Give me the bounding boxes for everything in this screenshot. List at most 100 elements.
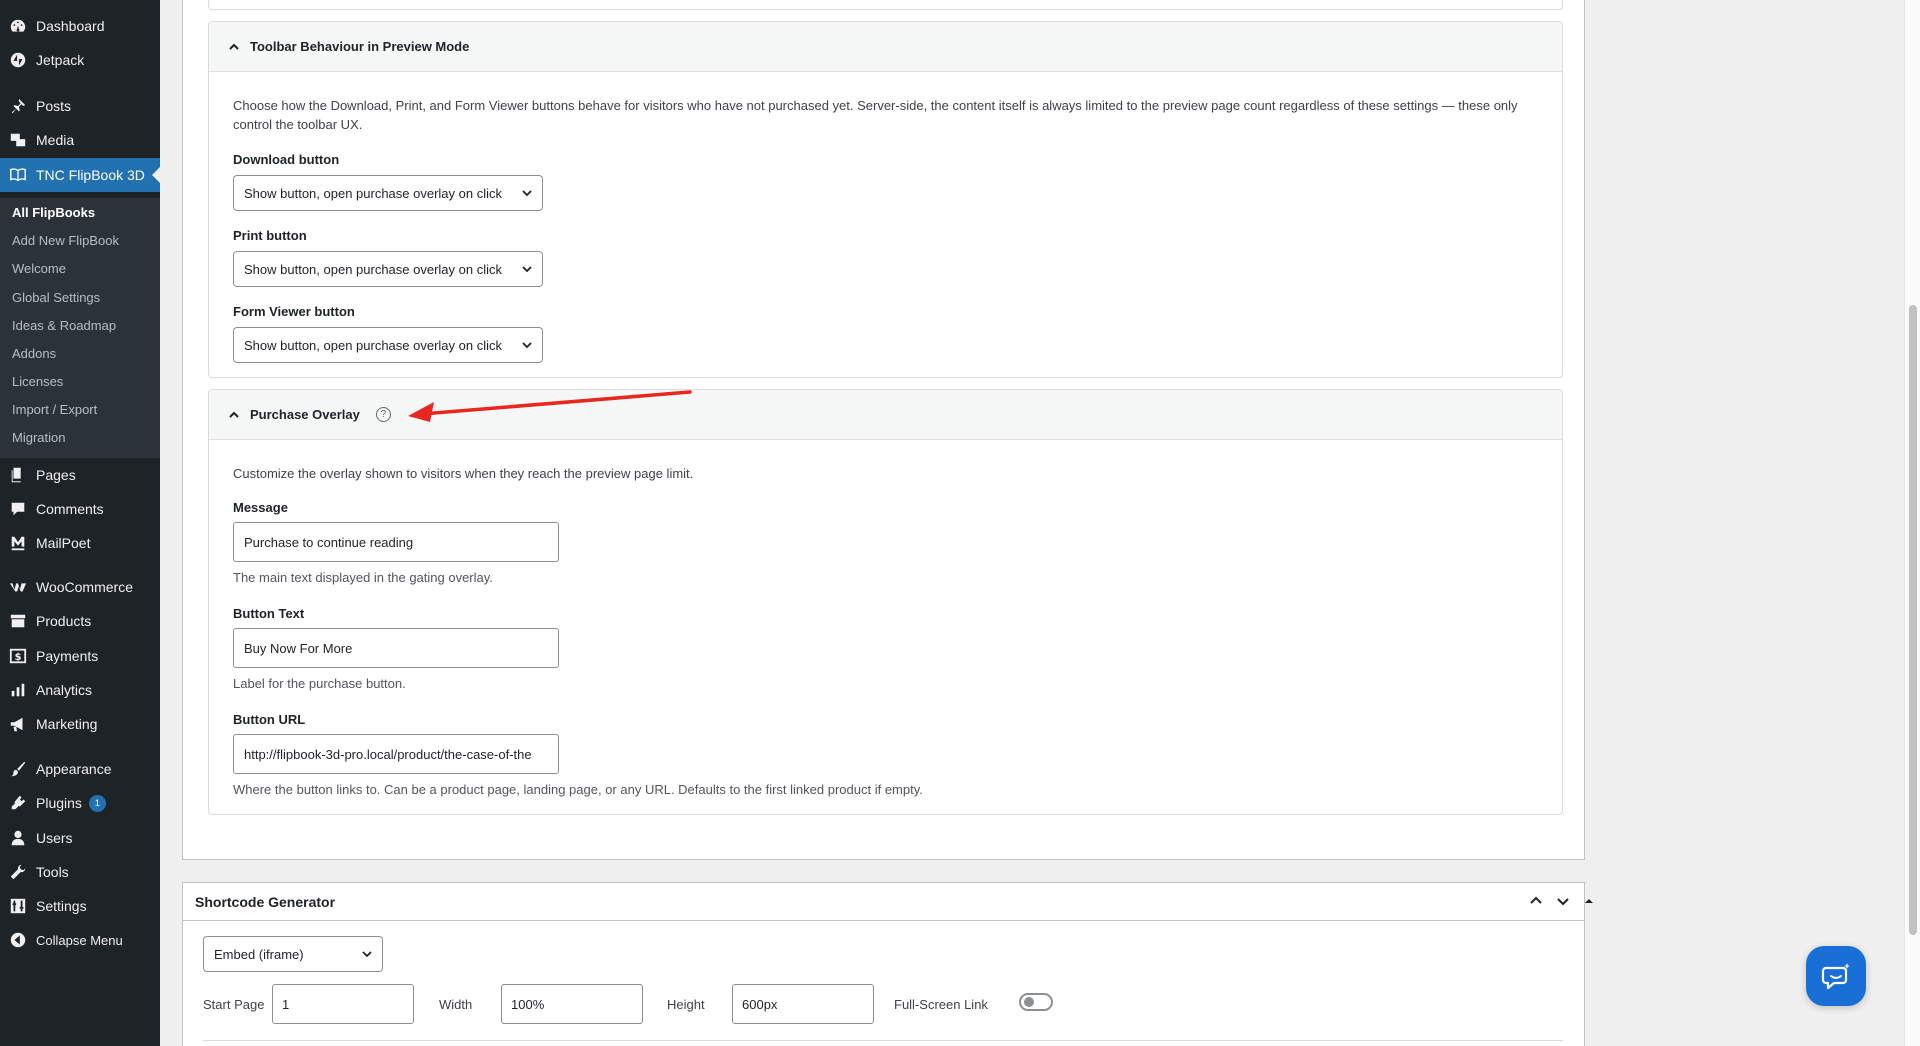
help-icon[interactable]: ? [375, 407, 391, 422]
menu-label: Posts [36, 98, 72, 114]
collapse-icon [0, 931, 36, 949]
flipbook-icon [0, 166, 36, 184]
button-url-input[interactable]: http://flipbook-3d-pro.local/product/the… [233, 734, 559, 774]
chevron-down-icon [520, 338, 534, 352]
menu-item-products[interactable]: Products [0, 604, 160, 638]
chevron-down-icon [520, 262, 534, 276]
menu-label: Pages [36, 467, 76, 483]
scrollbar-thumb[interactable] [1909, 305, 1917, 935]
message-help-text: The main text displayed in the gating ov… [233, 570, 493, 585]
menu-item-analytics[interactable]: Analytics [0, 673, 160, 707]
submenu-licenses[interactable]: Licenses [12, 374, 63, 389]
bar-chart-icon [0, 681, 36, 699]
move-down-icon[interactable] [1555, 893, 1573, 911]
button-text-label: Button Text [233, 606, 305, 621]
menu-label: Dashboard [36, 18, 105, 34]
toolbar-behaviour-header[interactable]: Toolbar Behaviour in Preview Mode [209, 22, 1562, 72]
submenu-welcome[interactable]: Welcome [12, 261, 66, 276]
toolbar-description: Choose how the Download, Print, and Form… [233, 98, 1518, 132]
fullscreen-link-label: Full-Screen Link [894, 997, 988, 1012]
button-url-help-text: Where the button links to. Can be a prod… [233, 782, 923, 797]
main-content: Toolbar Behaviour in Preview Mode Choose… [160, 0, 1920, 1046]
menu-item-mailpoet[interactable]: MailPoet [0, 526, 160, 560]
menu-item-flipbook[interactable]: TNC FlipBook 3D [0, 158, 160, 192]
user-icon [0, 829, 36, 847]
menu-item-users[interactable]: Users [0, 821, 160, 855]
height-input[interactable]: 600px [732, 984, 874, 1024]
mailpoet-icon [0, 534, 36, 552]
menu-label: Analytics [36, 682, 93, 698]
menu-label: Collapse Menu [36, 932, 123, 948]
overlay-description: Customize the overlay shown to visitors … [233, 466, 694, 481]
start-page-input[interactable]: 1 [272, 984, 414, 1024]
start-page-label: Start Page [203, 997, 265, 1012]
menu-label: Comments [36, 501, 104, 517]
submenu-global-settings[interactable]: Global Settings [12, 290, 100, 305]
dollar-icon: $ [0, 647, 36, 665]
shortcode-generator-header: Shortcode Generator [183, 883, 1584, 921]
embed-mode-select[interactable]: Embed (iframe) [203, 936, 383, 972]
divider [203, 1040, 1563, 1041]
shortcode-generator-box: Shortcode Generator Embed (iframe) Start… [182, 882, 1593, 1046]
select-value: Embed (iframe) [214, 946, 304, 962]
fullscreen-link-toggle[interactable] [1019, 993, 1053, 1011]
width-input[interactable]: 100% [501, 984, 643, 1024]
menu-item-tools[interactable]: Tools [0, 855, 160, 889]
menu-item-settings[interactable]: Settings [0, 889, 160, 923]
collapse-toggle-icon[interactable] [1581, 893, 1599, 911]
menu-item-appearance[interactable]: Appearance [0, 752, 160, 786]
menu-item-jetpack[interactable]: Jetpack [0, 43, 160, 77]
button-url-label: Button URL [233, 712, 306, 727]
print-button-select[interactable]: Show button, open purchase overlay on cl… [233, 251, 543, 287]
submenu-all-flipbooks[interactable]: All FlipBooks [12, 205, 95, 220]
megaphone-icon [0, 715, 36, 733]
download-button-label: Download button [233, 152, 340, 167]
button-text-input[interactable]: Buy Now For More [233, 628, 559, 668]
menu-label: Payments [36, 648, 99, 664]
form-viewer-button-select[interactable]: Show button, open purchase overlay on cl… [233, 327, 543, 363]
submenu-ideas-roadmap[interactable]: Ideas & Roadmap [12, 318, 116, 333]
page-scrollbar[interactable] [1904, 0, 1920, 1046]
menu-item-comments[interactable]: Comments [0, 492, 160, 526]
menu-label: Tools [36, 864, 69, 880]
flipbook-submenu: All FlipBooks Add New FlipBook Welcome G… [0, 198, 160, 458]
menu-item-payments[interactable]: $ Payments [0, 639, 160, 673]
menu-item-plugins[interactable]: Plugins 1 [0, 786, 160, 820]
menu-item-posts[interactable]: Posts [0, 89, 160, 123]
submenu-add-new[interactable]: Add New FlipBook [12, 233, 119, 248]
select-value: Show button, open purchase overlay on cl… [244, 185, 502, 201]
chevron-down-icon [360, 947, 374, 961]
menu-label: Users [36, 830, 73, 846]
submenu-migration[interactable]: Migration [12, 430, 65, 445]
menu-item-dashboard[interactable]: Dashboard [0, 9, 160, 43]
menu-item-woocommerce[interactable]: WooCommerce [0, 570, 160, 604]
submenu-import-export[interactable]: Import / Export [12, 402, 97, 417]
menu-item-media[interactable]: Media [0, 123, 160, 157]
width-label: Width [439, 997, 473, 1012]
menu-label: Settings [36, 898, 87, 914]
box-title: Shortcode Generator [195, 893, 336, 910]
height-label: Height [667, 997, 705, 1012]
menu-item-marketing[interactable]: Marketing [0, 707, 160, 741]
select-value: Show button, open purchase overlay on cl… [244, 337, 502, 353]
menu-label: Plugins [36, 795, 82, 811]
menu-label: WooCommerce [36, 579, 133, 595]
brush-icon [0, 760, 36, 778]
menu-item-pages[interactable]: Pages [0, 458, 160, 492]
purchase-overlay-panel: Purchase Overlay ? Customize the overlay… [208, 389, 1563, 815]
dashboard-icon [0, 17, 36, 35]
select-value: Show button, open purchase overlay on cl… [244, 261, 502, 277]
collapse-menu-button[interactable]: Collapse Menu [0, 923, 160, 957]
message-input[interactable]: Purchase to continue reading [233, 522, 559, 562]
move-up-icon[interactable] [1528, 893, 1546, 911]
submenu-addons[interactable]: Addons [12, 346, 56, 361]
chat-support-button[interactable] [1806, 946, 1866, 1006]
toolbar-behaviour-panel: Toolbar Behaviour in Preview Mode Choose… [208, 21, 1563, 378]
chevron-up-icon [227, 40, 241, 54]
menu-label: Products [36, 613, 92, 629]
jetpack-icon [0, 51, 36, 69]
archive-icon [0, 612, 36, 630]
woo-icon [0, 578, 36, 596]
svg-text:$: $ [15, 652, 22, 663]
download-button-select[interactable]: Show button, open purchase overlay on cl… [233, 175, 543, 211]
